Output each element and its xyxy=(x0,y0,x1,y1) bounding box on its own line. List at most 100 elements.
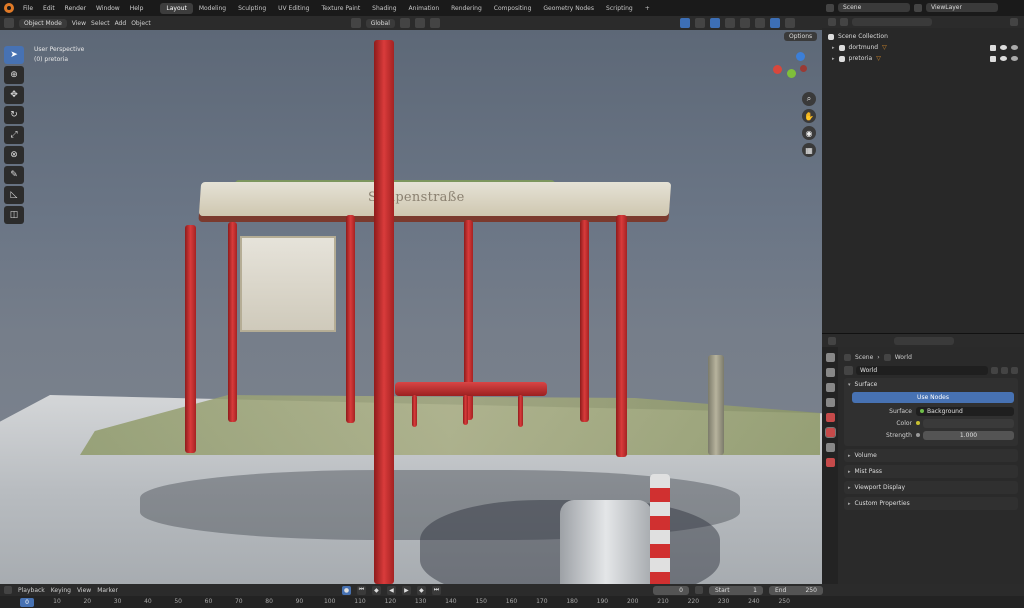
play-icon[interactable]: ▶ xyxy=(401,585,411,595)
view-layer-tab-icon[interactable] xyxy=(825,398,835,407)
volume-panel[interactable]: ▸ Volume xyxy=(844,449,1018,462)
record-icon[interactable]: ● xyxy=(341,585,351,595)
scene-collection-row[interactable]: Scene Collection xyxy=(828,31,1018,42)
properties-search-input[interactable] xyxy=(894,336,954,345)
tab-geometry-nodes[interactable]: Geometry Nodes xyxy=(537,3,600,14)
expand-arrow-icon[interactable]: ▸ xyxy=(848,453,851,459)
world-browse-icon[interactable] xyxy=(844,366,853,375)
zoom-icon[interactable]: ⌕ xyxy=(802,92,816,106)
grid-perspective-icon[interactable]: ▦ xyxy=(802,143,816,157)
view-layer-selector[interactable]: ViewLayer xyxy=(926,3,998,12)
solid-shading-icon[interactable] xyxy=(754,18,765,28)
tab-layout[interactable]: Layout xyxy=(160,2,193,14)
timeline-ruler[interactable]: 10 20 30 40 50 60 70 80 90 100 110 120 130 140 150 160 1… xyxy=(0,596,1024,608)
pan-hand-icon[interactable]: ✋ xyxy=(802,109,816,123)
filter-icon[interactable] xyxy=(1010,18,1018,26)
tab-texture-paint[interactable]: Texture Paint xyxy=(315,3,366,14)
outliner-item[interactable]: ▸ pretoria ▽ xyxy=(828,53,1018,64)
start-frame-field[interactable]: Start 1 xyxy=(708,585,763,595)
mist-pass-panel[interactable]: ▸ Mist Pass xyxy=(844,465,1018,478)
exclude-checkbox[interactable] xyxy=(990,44,996,51)
surface-shader-field[interactable]: Background xyxy=(916,407,1014,416)
outliner-item[interactable]: ▸ dortmund ▽ xyxy=(828,42,1018,53)
timeline-type-icon[interactable] xyxy=(4,586,12,594)
menu-object[interactable]: Object xyxy=(131,20,151,27)
menu-timeline-view[interactable]: View xyxy=(77,587,91,594)
add-cube-tool-icon[interactable]: ◫ xyxy=(4,206,24,224)
expand-arrow-icon[interactable]: ▸ xyxy=(832,56,835,62)
properties-type-icon[interactable] xyxy=(828,336,836,345)
scene-selector[interactable]: Scene xyxy=(838,3,910,12)
annotate-tool-icon[interactable]: ✎ xyxy=(4,166,24,184)
visibility-icon[interactable] xyxy=(679,18,690,28)
tab-scripting[interactable]: Scripting xyxy=(600,3,639,14)
tab-shading[interactable]: Shading xyxy=(366,3,402,14)
preview-range-icon[interactable] xyxy=(694,586,703,594)
next-key-icon[interactable]: ◆ xyxy=(416,585,426,595)
move-tool-icon[interactable]: ✥ xyxy=(4,86,24,104)
prev-key-icon[interactable]: ◆ xyxy=(371,585,381,595)
menu-window[interactable]: Window xyxy=(91,5,125,12)
menu-edit[interactable]: Edit xyxy=(38,5,60,12)
menu-render[interactable]: Render xyxy=(60,5,91,12)
color-swatch[interactable] xyxy=(923,419,1014,428)
display-mode-icon[interactable] xyxy=(840,18,848,26)
measure-tool-icon[interactable]: ◺ xyxy=(4,186,24,204)
end-frame-field[interactable]: End 250 xyxy=(768,585,823,595)
menu-help[interactable]: Help xyxy=(125,5,149,12)
menu-add[interactable]: Add xyxy=(115,20,127,27)
playhead[interactable]: 0 xyxy=(20,598,34,607)
collapse-arrow-icon[interactable]: ▾ xyxy=(848,382,851,388)
expand-arrow-icon[interactable]: ▸ xyxy=(848,485,851,491)
blender-logo-icon[interactable] xyxy=(4,3,14,13)
play-reverse-icon[interactable]: ◀ xyxy=(386,585,396,595)
texture-tab-icon[interactable] xyxy=(825,458,835,467)
transform-tool-icon[interactable]: ⊗ xyxy=(4,146,24,164)
camera-render-icon[interactable] xyxy=(1011,45,1018,50)
select-tool-icon[interactable]: ➤ xyxy=(4,46,24,64)
menu-playback[interactable]: Playback xyxy=(18,587,45,594)
surface-panel-header[interactable]: ▾ Surface xyxy=(848,381,1014,388)
use-nodes-button[interactable]: Use Nodes xyxy=(852,392,1014,403)
duplicate-icon[interactable] xyxy=(1001,367,1008,374)
eye-icon[interactable] xyxy=(1000,45,1007,50)
orientation-dropdown[interactable]: Global xyxy=(365,18,395,28)
eye-icon[interactable] xyxy=(1000,56,1007,61)
rendered-shading-icon[interactable] xyxy=(784,18,795,28)
tab-rendering[interactable]: Rendering xyxy=(445,3,488,14)
axis-y-icon[interactable] xyxy=(787,69,796,78)
material-shading-icon[interactable] xyxy=(769,18,780,28)
camera-icon[interactable]: ◉ xyxy=(802,126,816,140)
axis-neg-x-icon[interactable] xyxy=(800,65,807,72)
custom-properties-panel[interactable]: ▸ Custom Properties xyxy=(844,497,1018,510)
menu-view[interactable]: View xyxy=(72,20,86,27)
outliner-type-icon[interactable] xyxy=(828,18,836,26)
editor-type-icon[interactable] xyxy=(4,18,14,28)
world-name-field[interactable]: World xyxy=(856,366,988,375)
rotate-tool-icon[interactable]: ↻ xyxy=(4,106,24,124)
fake-user-icon[interactable] xyxy=(991,367,998,374)
exclude-checkbox[interactable] xyxy=(990,55,996,62)
tab-compositing[interactable]: Compositing xyxy=(488,3,538,14)
scale-tool-icon[interactable]: ⤢ xyxy=(4,126,24,144)
current-frame-field[interactable]: 0 xyxy=(652,585,689,595)
snap-icon[interactable] xyxy=(414,18,425,28)
pivot-icon[interactable] xyxy=(399,18,410,28)
camera-render-icon[interactable] xyxy=(1011,56,1018,61)
menu-marker[interactable]: Marker xyxy=(97,587,118,594)
jump-end-icon[interactable]: ⏭ xyxy=(431,585,441,595)
tab-modeling[interactable]: Modeling xyxy=(193,3,232,14)
expand-arrow-icon[interactable]: ▸ xyxy=(848,501,851,507)
gizmo-toggle-icon[interactable] xyxy=(694,18,705,28)
proportional-edit-icon[interactable] xyxy=(429,18,440,28)
wireframe-shading-icon[interactable] xyxy=(739,18,750,28)
tool-tab-icon[interactable] xyxy=(825,353,835,362)
options-dropdown[interactable]: Options xyxy=(784,32,818,41)
overlay-toggle-icon[interactable] xyxy=(709,18,720,28)
strength-field[interactable]: 1.000 xyxy=(923,431,1014,440)
xray-toggle-icon[interactable] xyxy=(724,18,735,28)
tab-animation[interactable]: Animation xyxy=(403,3,446,14)
menu-file[interactable]: File xyxy=(18,5,38,12)
scene-tab-icon[interactable] xyxy=(825,413,835,422)
outliner-search-input[interactable] xyxy=(852,18,932,26)
